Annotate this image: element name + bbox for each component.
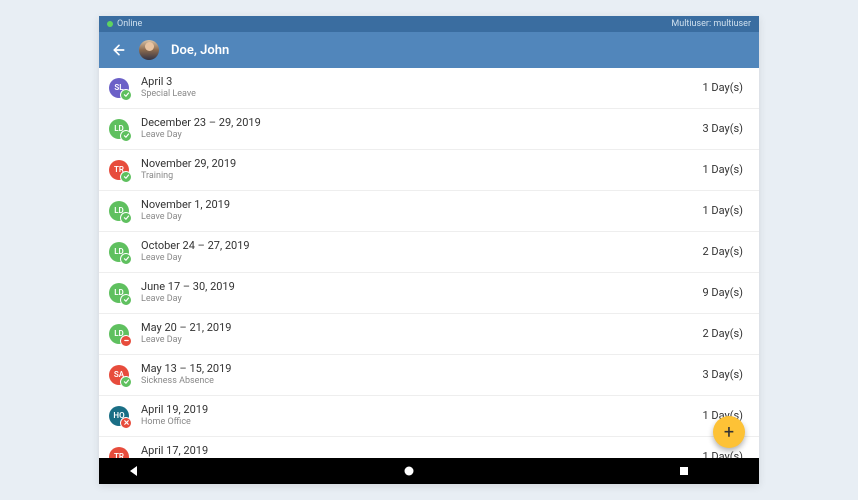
entry-type-label: Home Office [141,417,690,429]
entry-days: 3 Day(s) [702,122,743,135]
entry-type-label: Leave Day [141,294,690,306]
entry-date: May 20 – 21, 2019 [141,321,690,335]
entry-text: November 29, 2019Training [141,157,690,183]
entry-date: April 17, 2019 [141,444,690,458]
entry-type-icon: LD [109,242,129,262]
list-item[interactable]: TR April 17, 2019Training 1 Day(s) [99,437,759,458]
circle-home-icon [403,465,415,477]
entries-list[interactable]: SL April 3Special Leave 1 Day(s) LD December… [99,68,759,458]
status-badge-icon [120,171,132,183]
list-item[interactable]: LD October 24 – 27, 2019Leave Day 2 Day(s) [99,232,759,273]
entry-type-label: Leave Day [141,253,690,265]
status-badge-icon [120,335,132,347]
entry-type-icon: LD [109,119,129,139]
entry-days: 9 Day(s) [702,286,743,299]
entry-text: May 13 – 15, 2019Sickness Absence [141,362,690,388]
entry-type-label: Leave Day [141,130,690,142]
entry-days: 1 Day(s) [702,81,743,94]
entry-type-label: Training [141,171,690,183]
status-badge-icon [120,253,132,265]
appbar: Doe, John [99,32,759,68]
entry-date: May 13 – 15, 2019 [141,362,690,376]
entry-date: November 1, 2019 [141,198,690,212]
entry-text: October 24 – 27, 2019Leave Day [141,239,690,265]
entry-text: November 1, 2019Leave Day [141,198,690,224]
entry-days: 2 Day(s) [702,245,743,258]
entry-text: December 23 – 29, 2019Leave Day [141,116,690,142]
entry-type-icon: LD [109,201,129,221]
status-badge-icon [120,130,132,142]
entry-days: 1 Day(s) [702,204,743,217]
entry-date: April 3 [141,75,690,89]
entry-type-circle: TR [109,447,129,458]
online-label: Online [117,19,142,29]
entry-type-icon: LD [109,283,129,303]
entry-type-label: Leave Day [141,335,690,347]
list-item[interactable]: LD November 1, 2019Leave Day 1 Day(s) [99,191,759,232]
entry-type-icon: SL [109,78,129,98]
plus-icon: + [724,422,734,443]
back-button[interactable] [111,42,127,58]
online-dot-icon [107,21,113,27]
entry-date: December 23 – 29, 2019 [141,116,690,130]
entry-days: 1 Day(s) [702,450,743,458]
nav-back-button[interactable] [119,465,149,477]
nav-recent-button[interactable] [669,465,699,477]
status-badge-icon [120,417,132,429]
entry-date: November 29, 2019 [141,157,690,171]
status-badge-icon [120,212,132,224]
avatar [139,40,159,60]
entry-days: 1 Day(s) [702,163,743,176]
list-item[interactable]: LD June 17 – 30, 2019Leave Day 9 Day(s) [99,273,759,314]
status-badge-icon [120,294,132,306]
status-online: Online [107,19,142,29]
entry-type-label: Leave Day [141,212,690,224]
entry-type-label: Special Leave [141,89,690,101]
list-item[interactable]: TR November 29, 2019Training 1 Day(s) [99,150,759,191]
entry-type-label: Sickness Absence [141,376,690,388]
entry-type-icon: TR [109,447,129,458]
entry-days: 2 Day(s) [702,327,743,340]
status-badge-icon [120,89,132,101]
list-item[interactable]: LD December 23 – 29, 2019Leave Day 3 Day(s… [99,109,759,150]
multiuser-label: Multiuser: multiuser [671,19,751,29]
entry-text: April 3Special Leave [141,75,690,101]
entry-date: October 24 – 27, 2019 [141,239,690,253]
entry-type-icon: HO [109,406,129,426]
list-item[interactable]: LD May 20 – 21, 2019Leave Day 2 Day(s) [99,314,759,355]
arrow-left-icon [111,42,127,58]
app-window: Online Multiuser: multiuser Doe, John SL… [99,16,759,484]
page-title: Doe, John [171,43,229,58]
entry-text: April 17, 2019Training [141,444,690,458]
nav-home-button[interactable] [394,465,424,477]
android-navbar [99,458,759,484]
add-button[interactable]: + [713,416,745,448]
list-item[interactable]: SA May 13 – 15, 2019Sickness Absence 3 Day… [99,355,759,396]
square-recent-icon [678,465,690,477]
list-item[interactable]: HOApril 19, 2019Home Office1 Day(s) [99,396,759,437]
entry-date: April 19, 2019 [141,403,690,417]
entry-text: April 19, 2019Home Office [141,403,690,429]
entry-date: June 17 – 30, 2019 [141,280,690,294]
entry-type-icon: SA [109,365,129,385]
entry-text: May 20 – 21, 2019Leave Day [141,321,690,347]
list-item[interactable]: SL April 3Special Leave 1 Day(s) [99,68,759,109]
entry-type-icon: TR [109,160,129,180]
statusbar: Online Multiuser: multiuser [99,16,759,32]
entry-days: 3 Day(s) [702,368,743,381]
entry-type-icon: LD [109,324,129,344]
list-wrapper: SL April 3Special Leave 1 Day(s) LD December… [99,68,759,458]
status-badge-icon [120,376,132,388]
triangle-back-icon [128,465,140,477]
entry-text: June 17 – 30, 2019Leave Day [141,280,690,306]
